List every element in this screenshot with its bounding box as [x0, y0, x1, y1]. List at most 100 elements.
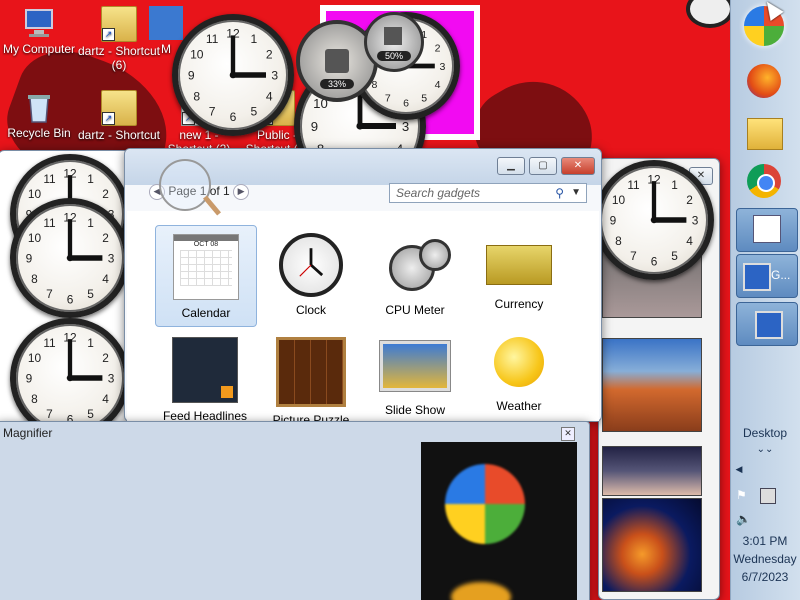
magnifier-window[interactable]: Magnifier ✕	[0, 421, 590, 600]
icon-label: dartz - Shortcut	[77, 128, 161, 142]
clock-time[interactable]: 3:01 PM	[730, 534, 800, 548]
svg-text:8: 8	[31, 392, 38, 406]
svg-text:11: 11	[43, 172, 56, 186]
svg-text:6: 6	[651, 254, 658, 268]
magnified-view	[421, 442, 577, 600]
minimize-button[interactable]: ▁	[497, 157, 525, 175]
svg-text:1: 1	[251, 32, 258, 46]
clock-gadget[interactable]	[686, 0, 730, 28]
svg-text:2: 2	[435, 43, 441, 55]
folder-icon: ↗	[101, 6, 137, 42]
taskbar-button-label: G...	[771, 268, 791, 282]
double-chevron-down-icon[interactable]: ⌄⌄	[730, 444, 800, 455]
cpu-meter-icon	[383, 233, 451, 297]
gadget-picture-puzzle[interactable]: Picture Puzzle	[261, 329, 361, 429]
dropdown-arrow-icon[interactable]: ▼	[571, 184, 581, 202]
recycle-bin-icon	[22, 90, 56, 124]
gadgets-icon	[753, 215, 781, 243]
icon-label: My Computer	[2, 42, 76, 56]
show-hidden-icons-button[interactable]: ◀	[734, 464, 744, 475]
svg-text:2: 2	[266, 48, 273, 62]
network-icon[interactable]	[760, 488, 776, 504]
clock-gadget[interactable]: 123456789101112	[10, 318, 130, 438]
gadget-slide-show[interactable]: Slide Show	[365, 329, 465, 429]
gadget-gallery-window[interactable]: ▁ ▢ ✕ ◀ Page 1 of 1 ▶ Search gadgets ⚲ ▼…	[124, 148, 602, 427]
sun-icon	[494, 337, 544, 387]
svg-text:2: 2	[102, 231, 109, 245]
taskbar-button-magnifier[interactable]	[736, 302, 798, 346]
clock-face-icon: 123456789101112	[188, 27, 279, 125]
currency-icon	[486, 245, 552, 285]
computer-icon	[22, 6, 56, 40]
gadget-weather[interactable]: Weather	[469, 329, 569, 429]
calendar-month: OCT 08	[193, 241, 219, 248]
magnifier-glass-icon	[159, 159, 211, 211]
gadget-label: Clock	[295, 303, 326, 317]
svg-text:10: 10	[612, 193, 626, 207]
svg-text:4: 4	[266, 89, 273, 103]
folder-icon: ↗	[101, 90, 137, 126]
svg-text:5: 5	[671, 249, 678, 263]
svg-text:5: 5	[87, 407, 94, 421]
svg-text:5: 5	[87, 287, 94, 301]
svg-text:11: 11	[43, 336, 56, 350]
file-explorer-icon[interactable]	[747, 118, 783, 150]
firefox-icon[interactable]	[747, 64, 781, 98]
chip-icon	[325, 49, 349, 73]
svg-text:10: 10	[28, 231, 42, 245]
clock-gadget[interactable]: 123456789101112	[10, 198, 130, 318]
search-placeholder: Search gadgets	[396, 186, 481, 200]
clock-day[interactable]: Wednesday	[730, 552, 800, 566]
svg-text:7: 7	[209, 105, 216, 119]
close-button[interactable]: ✕	[561, 427, 575, 441]
gadget-calendar[interactable]: OCT 08 Calendar	[155, 225, 257, 327]
clock-date[interactable]: 6/7/2023	[730, 570, 800, 584]
search-icon[interactable]: ⚲	[555, 184, 564, 202]
svg-text:9: 9	[26, 371, 33, 385]
svg-text:4: 4	[102, 272, 109, 286]
svg-text:3: 3	[271, 68, 278, 82]
gadget-cpu-meter[interactable]: CPU Meter	[365, 225, 465, 325]
desktop-icon-shortcut[interactable]: ↗ dartz - Shortcut	[76, 90, 162, 142]
svg-text:2: 2	[102, 187, 109, 201]
svg-text:11: 11	[43, 216, 56, 230]
svg-text:3: 3	[402, 119, 409, 134]
memory-meter-gadget[interactable]: 50%	[364, 12, 424, 72]
svg-text:7: 7	[46, 287, 53, 301]
taskbar-button-window[interactable]: G...	[736, 254, 798, 298]
desert-photo	[602, 338, 702, 432]
action-center-flag-icon[interactable]: ⚑	[736, 488, 750, 502]
taskbar-button-gadgets[interactable]	[736, 208, 798, 252]
clock-gadget[interactable]: 123456789101112	[594, 160, 714, 280]
clock-gadget[interactable]: 123456789101112	[172, 14, 294, 136]
gadget-currency[interactable]: Currency	[469, 225, 569, 325]
svg-text:5: 5	[251, 105, 258, 119]
puzzle-icon	[276, 337, 346, 407]
next-page-button[interactable]: ▶	[233, 184, 250, 200]
maximize-button[interactable]: ▢	[529, 157, 557, 175]
svg-text:5: 5	[421, 92, 427, 104]
clock-icon	[279, 233, 343, 297]
close-button[interactable]: ✕	[561, 157, 595, 175]
feed-icon	[172, 337, 238, 403]
desktop-icon-my-computer[interactable]: My Computer	[0, 6, 82, 56]
gadget-feed-headlines[interactable]: Feed Headlines	[155, 329, 255, 429]
svg-text:2: 2	[686, 193, 693, 207]
search-gadgets-input[interactable]: Search gadgets ⚲ ▼	[389, 183, 587, 203]
svg-text:2: 2	[102, 351, 109, 365]
svg-text:1: 1	[87, 216, 94, 230]
jellyfish-photo	[602, 498, 702, 592]
svg-text:9: 9	[26, 251, 33, 265]
chrome-icon[interactable]	[747, 164, 781, 198]
svg-text:9: 9	[311, 119, 318, 134]
landscape-photo	[602, 446, 702, 496]
clock-face-icon: 123456789101112	[610, 172, 699, 268]
desktop-toolbar-label[interactable]: Desktop	[730, 426, 800, 440]
volume-muted-icon[interactable]: 🔈	[736, 512, 751, 526]
svg-text:9: 9	[610, 213, 617, 227]
svg-text:4: 4	[102, 392, 109, 406]
magnified-content	[451, 582, 511, 600]
desktop-icon-recycle-bin[interactable]: Recycle Bin	[0, 90, 82, 140]
gadget-label: CPU Meter	[385, 303, 445, 317]
gadget-clock[interactable]: Clock	[261, 225, 361, 325]
